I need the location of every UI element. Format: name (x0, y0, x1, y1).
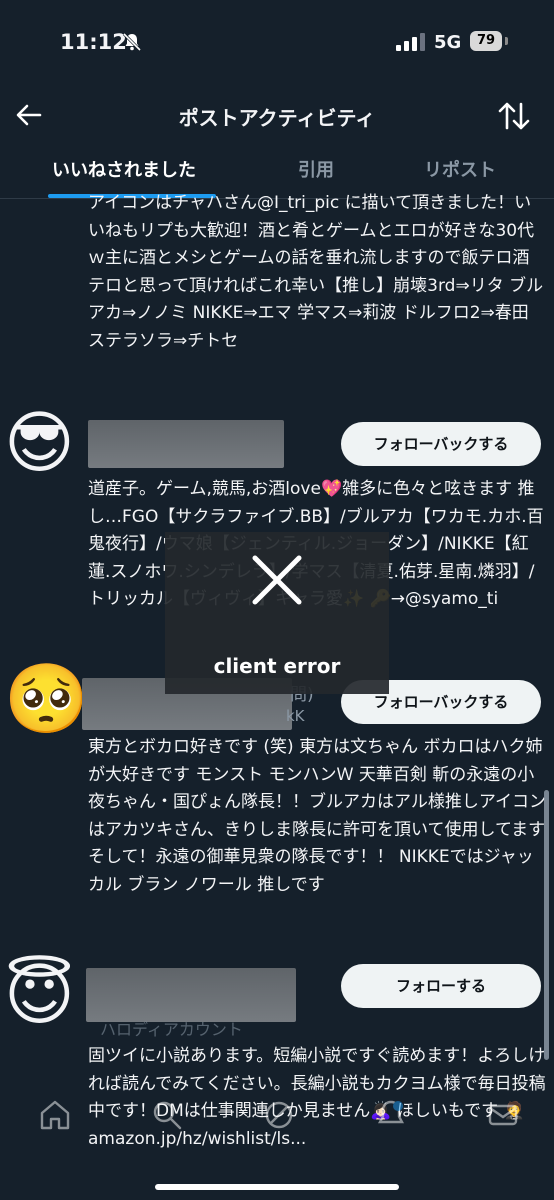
network-type: 5G (434, 32, 462, 53)
home-icon[interactable] (38, 1098, 72, 1132)
tab-quotes[interactable]: 引用 (298, 156, 334, 182)
user-bio: アイコンはチャハさん@I_tri_pic に描いて頂きました！いいねもリプも大歓… (88, 193, 544, 351)
user-handle-partial: kK (286, 707, 305, 725)
bottom-nav (0, 1090, 554, 1150)
battery-icon: 79 (470, 31, 502, 51)
avatar[interactable]: 😇 (4, 962, 75, 1030)
messages-icon[interactable] (486, 1098, 520, 1132)
notifications-icon[interactable] (374, 1098, 408, 1132)
error-overlay: client error (165, 532, 389, 694)
page-title: ポストアクティビティ (178, 106, 376, 130)
status-time: 11:12 (60, 30, 127, 54)
user-bio: 東方とボカロ好きです (笑) 東方は文ちゃん ボカロはハク姉が大好きです モンス… (88, 737, 546, 895)
battery-tip (505, 37, 508, 45)
error-message: client error (213, 654, 341, 678)
user-name-redacted[interactable] (86, 968, 296, 1022)
tab-liked[interactable]: いいねされました (52, 156, 196, 182)
scrollbar[interactable] (544, 790, 549, 1060)
signal-icon (396, 33, 425, 51)
bell-muted-icon (122, 32, 142, 52)
home-indicator (155, 1184, 399, 1190)
avatar[interactable]: 🥺 (4, 666, 89, 734)
status-bar: 11:12 5G 79 (0, 0, 554, 80)
follow-button[interactable]: フォローする (341, 964, 541, 1008)
avatar[interactable]: 😎 (4, 410, 75, 478)
follow-back-button[interactable]: フォローバックする (341, 422, 541, 466)
header: ポストアクティビティ (0, 88, 554, 144)
user-name-redacted[interactable] (88, 420, 284, 468)
sort-icon[interactable] (496, 98, 532, 134)
tab-reposts[interactable]: リポスト (424, 156, 496, 182)
search-icon[interactable] (150, 1098, 184, 1132)
user-handle-partial: ハロディアカウント (100, 1020, 243, 1039)
close-x-icon (252, 555, 302, 605)
grok-icon[interactable] (262, 1098, 296, 1132)
